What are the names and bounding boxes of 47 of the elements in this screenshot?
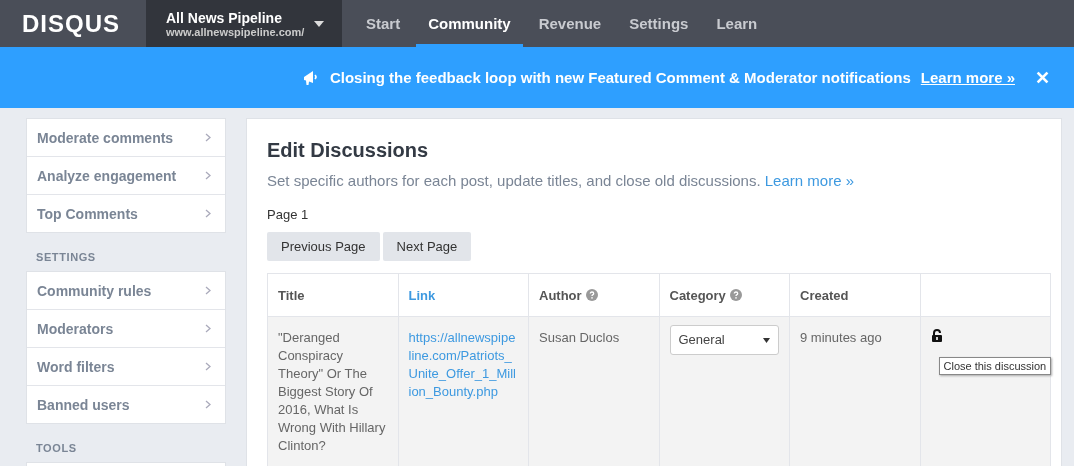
caret-icon xyxy=(763,337,770,343)
sidebar-item[interactable]: Word filters xyxy=(27,348,225,386)
table-cell: 9 minutes ago xyxy=(800,330,882,345)
chevron-icon xyxy=(205,133,211,142)
unlocked-padlock-icon[interactable] xyxy=(930,329,943,342)
chevron-icon xyxy=(205,286,211,295)
category-dropdown[interactable]: General xyxy=(669,325,779,355)
megaphone-icon xyxy=(302,69,320,86)
banner-text: Closing the feedback loop with new Featured Comment & Moderator notifications xyxy=(329,69,911,86)
nav-tab[interactable]: Revenue xyxy=(526,0,614,47)
chevron-icon xyxy=(205,171,211,180)
learn-more-link[interactable]: Learn more » xyxy=(920,69,1015,86)
column-header: Created xyxy=(800,287,849,303)
chevron-icon xyxy=(205,324,211,333)
description: Set specific authors for each post, update titles, and close old discussions. Learn more » xyxy=(267,172,855,189)
help-icon[interactable] xyxy=(585,288,598,301)
chevron-icon xyxy=(205,362,211,371)
sidebar-item[interactable]: Community rules xyxy=(27,272,225,310)
table-cell: "Deranged Conspiracy Theory" Or The Biggest Story Of 2016, What Is Wrong With Hillary Clinton? xyxy=(278,330,386,453)
column-header: Title xyxy=(278,287,305,303)
column-header: Author xyxy=(539,287,582,303)
nav-tab[interactable]: Settings xyxy=(617,0,701,47)
close-button[interactable]: ✕ xyxy=(1031,66,1054,89)
chevron-icon xyxy=(205,209,211,218)
chevron-icon xyxy=(205,400,211,409)
sidebar-item[interactable]: Moderators xyxy=(27,310,225,348)
sidebar-item[interactable]: Top Comments xyxy=(27,195,225,232)
pagination-button[interactable]: Previous Page xyxy=(267,232,380,261)
column-header[interactable]: Link xyxy=(408,287,436,303)
tooltip: Close this discussion xyxy=(938,357,1052,375)
sidebar-item[interactable]: Banned users xyxy=(27,386,225,423)
help-icon[interactable] xyxy=(729,288,742,301)
pagination-button[interactable]: Next Page xyxy=(382,232,472,261)
table-cell: Susan Duclos xyxy=(539,330,620,345)
page-label: Page 1 xyxy=(267,207,310,222)
nav-tab[interactable]: Learn xyxy=(704,0,770,47)
caret-icon xyxy=(314,20,324,27)
column-header: Category xyxy=(669,287,726,303)
section-heading: TOOLS xyxy=(35,441,78,456)
logo[interactable]: DISQUS xyxy=(0,0,146,47)
sidebar-item[interactable]: Moderate comments xyxy=(27,119,225,157)
page-title: Edit Discussions xyxy=(267,139,430,162)
learn-more-link[interactable]: Learn more » xyxy=(764,172,854,189)
nav-tab[interactable]: Start xyxy=(354,0,413,47)
sidebar-item[interactable]: Analyze engagement xyxy=(27,157,225,195)
site-selector[interactable]: All News Pipeline www.allnewspipeline.com/ xyxy=(146,0,342,47)
section-heading: SETTINGS xyxy=(35,250,97,265)
